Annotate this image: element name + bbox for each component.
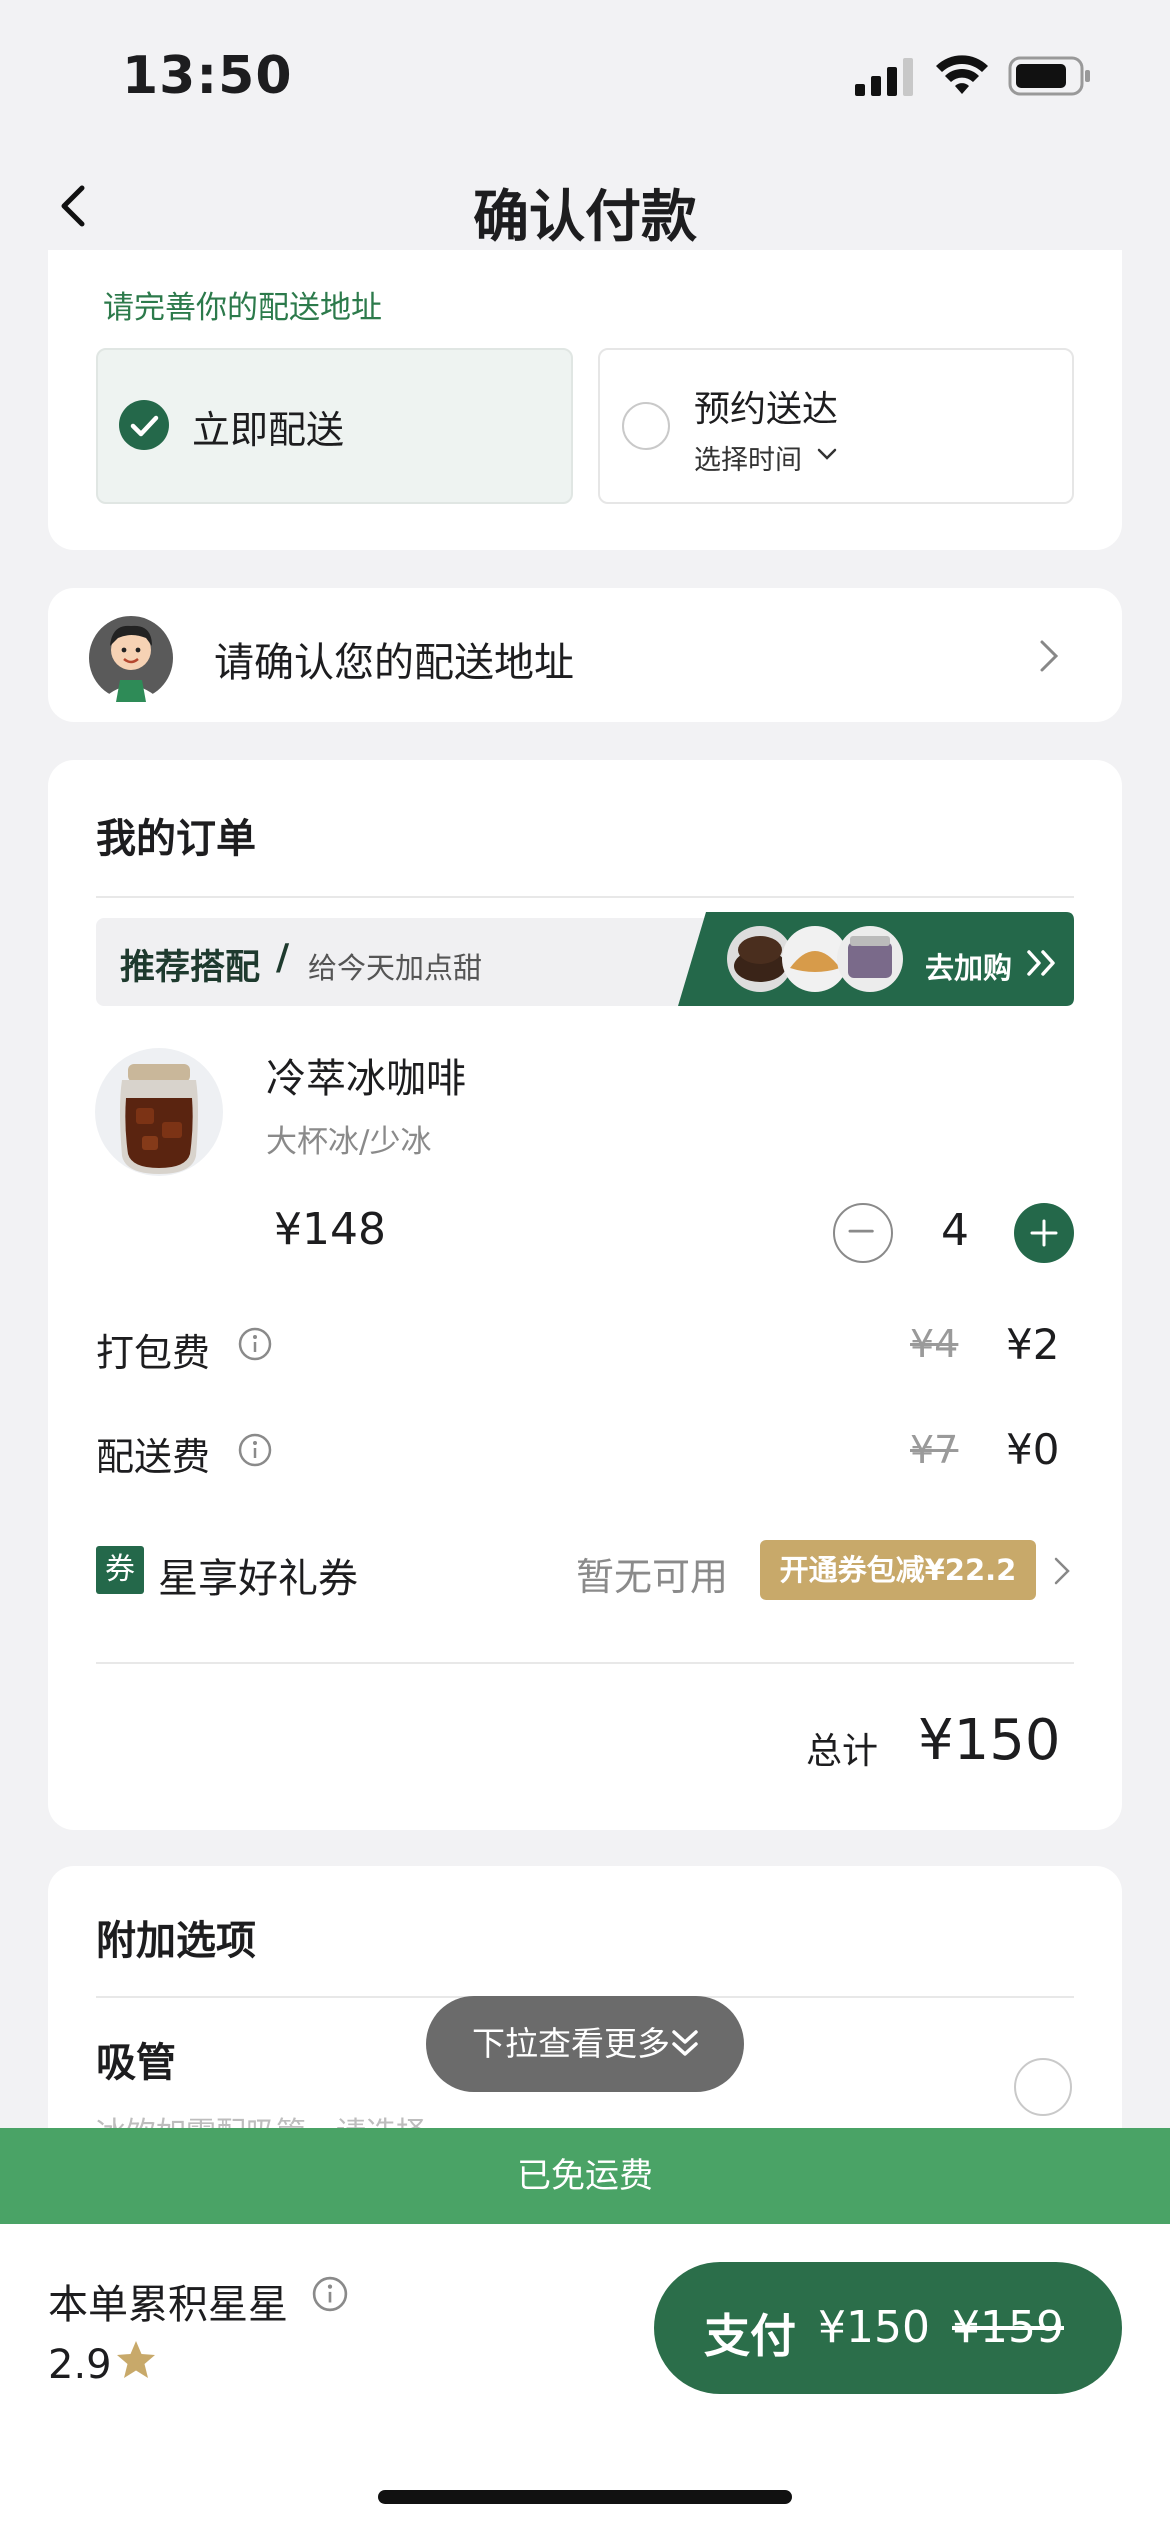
barista-avatar: [89, 616, 173, 702]
delivery-fee-label: 配送费: [96, 1435, 211, 1479]
coupon-status: 暂无可用: [576, 1555, 729, 1599]
product-spec: 大杯冰/少冰: [266, 1124, 432, 1160]
quantity-value: 4: [941, 1205, 969, 1256]
coupon-icon: 券: [96, 1546, 144, 1594]
cold-brew-product-image: [95, 1048, 223, 1176]
info-icon[interactable]: [238, 1327, 272, 1361]
stars-earned-value: 2.9: [48, 2342, 112, 2388]
chevron-down-icon: [817, 448, 837, 460]
scheduled-label: 预约送达: [694, 389, 839, 430]
straw-label: 吸管: [96, 2040, 176, 2086]
total-value: ¥150: [918, 1708, 1061, 1773]
product-name: 冷萃冰咖啡: [266, 1056, 466, 1102]
select-time-label[interactable]: 选择时间: [694, 438, 802, 477]
decrease-quantity-button[interactable]: [833, 1203, 893, 1263]
increase-quantity-button[interactable]: [1014, 1203, 1074, 1263]
wifi-icon: [936, 55, 988, 94]
total-label: 总计: [806, 1731, 879, 1772]
double-chevron-down-icon: [672, 2030, 698, 2056]
delivery-fee-value: ¥0: [1006, 1425, 1060, 1474]
home-indicator: [378, 2490, 792, 2504]
check-icon: [119, 400, 169, 450]
order-title: 我的订单: [96, 816, 256, 862]
recommend-subtitle: 给今天加点甜: [308, 951, 483, 985]
packing-fee-label: 打包费: [96, 1331, 211, 1375]
page-title: 确认付款: [473, 185, 697, 250]
chevron-right-icon[interactable]: [1052, 1555, 1072, 1587]
stars-earned-label: 本单累积星星: [48, 2282, 288, 2328]
coupon-pack-badge[interactable]: 开通券包减¥22.2: [760, 1540, 1036, 1600]
extras-title: 附加选项: [96, 1918, 256, 1964]
delivery-fee-original: ¥7: [910, 1428, 959, 1472]
free-shipping-notice: 已免运费: [0, 2128, 1170, 2224]
pay-label: 支付: [704, 2309, 796, 2363]
double-chevron-right-icon: [1027, 950, 1055, 976]
recommend-add-button[interactable]: [678, 912, 1074, 1006]
pay-original-amount: ¥159: [952, 2302, 1064, 2353]
scheduled-radio[interactable]: [622, 402, 670, 450]
coupon-label[interactable]: 星享好礼券: [158, 1546, 358, 1604]
straw-radio[interactable]: [1014, 2058, 1072, 2116]
recommend-separator: /: [276, 937, 290, 978]
address-hint[interactable]: 请完善你的配送地址: [103, 282, 382, 327]
product-price: ¥148: [274, 1204, 386, 1255]
battery-icon: [1008, 56, 1090, 96]
divider: [96, 896, 1074, 898]
chevron-right-icon: [1040, 640, 1059, 672]
recommend-cta[interactable]: 去加购: [925, 945, 1012, 987]
status-time: 13:50: [122, 46, 293, 106]
recommend-title: 推荐搭配: [120, 948, 261, 988]
info-icon[interactable]: [238, 1433, 272, 1467]
deliver-now-label: 立即配送: [192, 408, 345, 452]
packing-fee-value: ¥2: [1006, 1320, 1060, 1369]
cellular-signal-icon: [855, 58, 913, 96]
confirm-address-label: 请确认您的配送地址: [214, 640, 574, 686]
star-icon: [117, 2341, 155, 2378]
straw-hint: 冰饮如需配吸管，请选择: [96, 2108, 426, 2128]
divider: [96, 1662, 1074, 1664]
packing-fee-original: ¥4: [910, 1322, 959, 1366]
pay-amount: ¥150: [818, 2302, 930, 2353]
address-row[interactable]: [48, 588, 1122, 722]
info-icon[interactable]: [312, 2276, 348, 2312]
